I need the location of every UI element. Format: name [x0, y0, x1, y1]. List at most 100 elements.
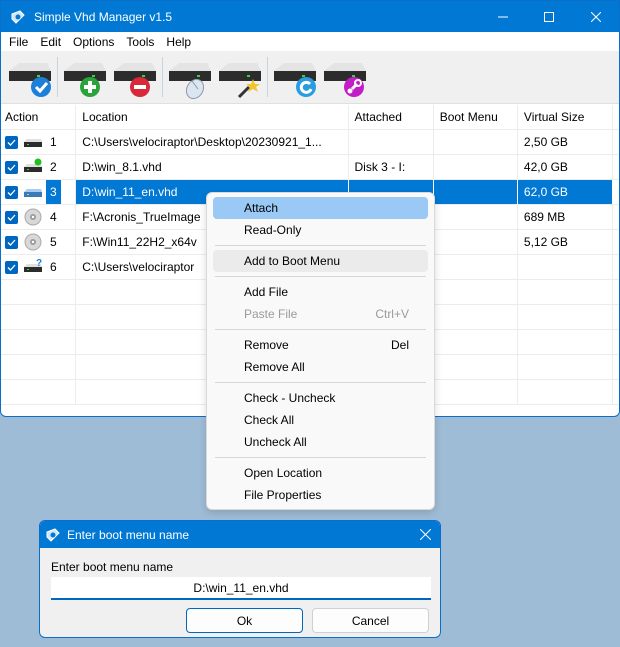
menu-item-label: Uncheck All	[244, 435, 307, 449]
boot-menu-cell	[433, 180, 518, 204]
checkmark-icon	[7, 164, 16, 171]
column-header-location[interactable]: Location	[76, 105, 349, 129]
menu-separator	[215, 329, 426, 330]
row-checkbox[interactable]	[5, 260, 18, 274]
menu-item-check-uncheck[interactable]: Check - Uncheck	[213, 387, 428, 409]
close-icon	[419, 529, 431, 540]
hard-drive-attached-icon	[24, 158, 42, 172]
menu-file[interactable]: File	[3, 35, 34, 49]
drive-check-icon	[9, 63, 51, 97]
menu-item-add-file[interactable]: Add File	[213, 281, 428, 303]
disc-icon	[24, 233, 42, 251]
menu-item-label: Check All	[244, 413, 295, 427]
row-checkbox[interactable]	[5, 185, 18, 199]
close-icon	[591, 11, 601, 22]
row-checkbox[interactable]	[5, 235, 18, 249]
column-header-boot-menu[interactable]: Boot Menu	[434, 105, 518, 129]
menu-item-check-all[interactable]: Check All	[213, 409, 428, 431]
menu-item-label: Check - Uncheck	[244, 391, 336, 405]
table-row[interactable]: 2 D:\win_8.1.vhd Disk 3 - I: 42,0 GB	[1, 155, 619, 180]
location-cell: C:\Users\velociraptor\Desktop\20230921_1…	[76, 130, 349, 154]
disc-icon	[24, 208, 42, 226]
column-header-action[interactable]: Action	[1, 105, 77, 129]
attach-vhd-button[interactable]	[5, 53, 55, 101]
filler-cell	[613, 255, 619, 279]
table-header: Action Location Attached Boot Menu Virtu…	[1, 105, 619, 130]
checkmark-icon	[7, 189, 16, 196]
menu-item-add-to-boot-menu[interactable]: Add to Boot Menu	[213, 250, 428, 272]
attached-cell	[349, 130, 434, 154]
mouse-vhd-button[interactable]	[165, 53, 215, 101]
boot-menu-name-dialog: Enter boot menu name Enter boot menu nam…	[39, 520, 441, 638]
attached-cell: Disk 3 - I:	[349, 155, 434, 179]
menu-item-label: Open Location	[244, 466, 323, 480]
menu-item-file-properties[interactable]: File Properties	[213, 484, 428, 506]
virtual-size-cell: 5,12 GB	[518, 230, 613, 254]
column-header-filler	[613, 105, 619, 129]
menu-item-read-only[interactable]: Read-Only	[213, 219, 428, 241]
row-number: 5	[50, 235, 57, 249]
virtual-size-cell: 62,0 GB	[517, 180, 613, 204]
remove-vhd-button[interactable]	[110, 53, 160, 101]
filler-cell	[613, 230, 619, 254]
location-cell: D:\win_8.1.vhd	[76, 155, 349, 179]
menu-item-attach[interactable]: Attach	[213, 197, 428, 219]
menu-tools[interactable]: Tools	[120, 35, 160, 49]
menu-item-open-location[interactable]: Open Location	[213, 462, 428, 484]
toolbar-separator	[267, 57, 268, 97]
dialog-title: Enter boot menu name	[67, 527, 190, 542]
drive-minus-icon	[114, 63, 156, 97]
menu-item-uncheck-all[interactable]: Uncheck All	[213, 431, 428, 453]
drive-mouse-icon	[169, 63, 211, 100]
menu-help[interactable]: Help	[160, 35, 197, 49]
create-vhd-button[interactable]	[215, 53, 265, 101]
boot-menu-cell	[434, 155, 518, 179]
tools-vhd-button[interactable]	[320, 53, 370, 101]
add-vhd-button[interactable]	[60, 53, 110, 101]
table-row[interactable]: 1 C:\Users\velociraptor\Desktop\20230921_…	[1, 130, 619, 155]
menu-separator	[215, 457, 426, 458]
row-checkbox[interactable]	[5, 135, 18, 149]
row-number: 4	[50, 210, 57, 224]
drive-wrench-icon	[324, 63, 366, 97]
menu-separator	[215, 382, 426, 383]
column-header-attached[interactable]: Attached	[349, 105, 434, 129]
close-button[interactable]	[573, 1, 619, 32]
menu-item-remove[interactable]: Remove Del	[213, 334, 428, 356]
virtual-size-cell	[518, 255, 613, 279]
cancel-button[interactable]: Cancel	[312, 608, 429, 633]
menu-edit[interactable]: Edit	[34, 35, 67, 49]
virtual-size-cell: 689 MB	[518, 205, 613, 229]
action-cell: 3	[1, 180, 77, 204]
checkmark-icon	[7, 239, 16, 246]
menu-options[interactable]: Options	[67, 35, 120, 49]
toolbar-separator	[162, 57, 163, 97]
boot-menu-name-input[interactable]	[51, 577, 431, 600]
boot-menu-cell	[434, 205, 518, 229]
checkmark-icon	[7, 264, 16, 271]
row-number: 3	[46, 180, 61, 204]
dialog-prompt-label: Enter boot menu name	[51, 560, 174, 574]
minimize-button[interactable]	[480, 1, 526, 32]
title-bar[interactable]: Simple Vhd Manager v1.5	[1, 1, 619, 32]
boot-menu-cell	[434, 230, 518, 254]
ok-button[interactable]: Ok	[186, 608, 303, 633]
dialog-close-button[interactable]	[410, 521, 440, 548]
toolbar-separator	[57, 57, 58, 97]
menu-item-label: Paste File	[244, 307, 298, 321]
boot-menu-cell	[434, 130, 518, 154]
window-title: Simple Vhd Manager v1.5	[34, 9, 173, 24]
virtual-size-cell: 2,50 GB	[518, 130, 613, 154]
menu-item-remove-all[interactable]: Remove All	[213, 356, 428, 378]
filler-cell	[613, 130, 619, 154]
svg-text:?: ?	[36, 258, 42, 269]
filler-cell	[613, 155, 619, 179]
row-checkbox[interactable]	[5, 160, 18, 174]
row-checkbox[interactable]	[5, 210, 18, 224]
column-header-virtual-size[interactable]: Virtual Size	[518, 105, 613, 129]
refresh-vhd-button[interactable]	[270, 53, 320, 101]
dialog-title-bar[interactable]: Enter boot menu name	[40, 521, 440, 548]
row-number: 6	[50, 260, 57, 274]
maximize-button[interactable]	[526, 1, 572, 32]
menu-item-label: Remove	[244, 338, 289, 352]
